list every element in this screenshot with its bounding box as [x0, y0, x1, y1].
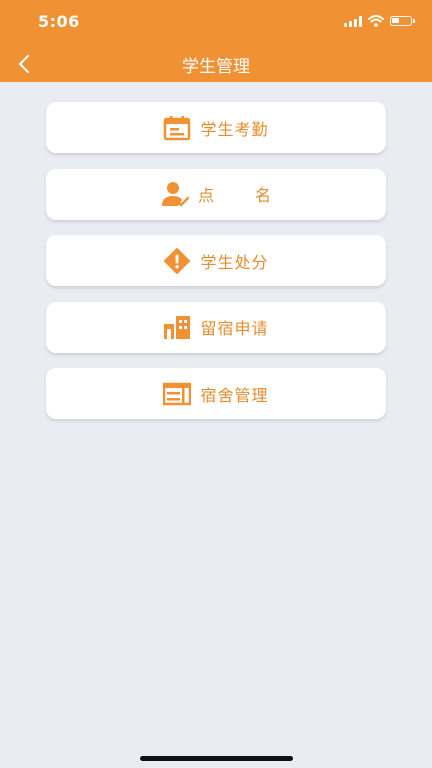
menu-item-label: 点 名 [197, 186, 290, 205]
menu-item-roll-call[interactable]: 点 名 [46, 168, 386, 220]
wifi-icon [368, 12, 384, 31]
home-indicator[interactable] [140, 756, 293, 761]
menu-item-overnight-request[interactable]: 留宿申请 [46, 301, 386, 353]
page-title: 学生管理 [182, 57, 250, 77]
menu-item-attendance[interactable]: 学生考勤 [46, 102, 386, 153]
signal-icon [344, 15, 362, 27]
menu-item-label: 学生考勤 [200, 119, 269, 139]
menu-item-label: 宿舍管理 [200, 385, 269, 405]
bunk-bed-icon [163, 380, 192, 408]
status-icons [344, 12, 415, 31]
warning-diamond-icon [163, 247, 191, 275]
status-time: 5:06 [38, 12, 80, 31]
user-check-icon [161, 180, 189, 208]
menu-item-discipline[interactable]: 学生处分 [46, 235, 386, 286]
calendar-icon [163, 114, 191, 142]
menu-item-dorm-management[interactable]: 宿舍管理 [46, 368, 386, 419]
header: 5:06 学生管理 [0, 0, 432, 82]
menu-item-label: 留宿申请 [200, 319, 269, 338]
battery-icon [390, 16, 415, 26]
menu-item-label: 学生处分 [200, 252, 269, 272]
menu-list: 学生考勤 点 名 学生处分 留宿申请 宿舍管理 [46, 102, 386, 435]
building-icon [163, 313, 191, 341]
